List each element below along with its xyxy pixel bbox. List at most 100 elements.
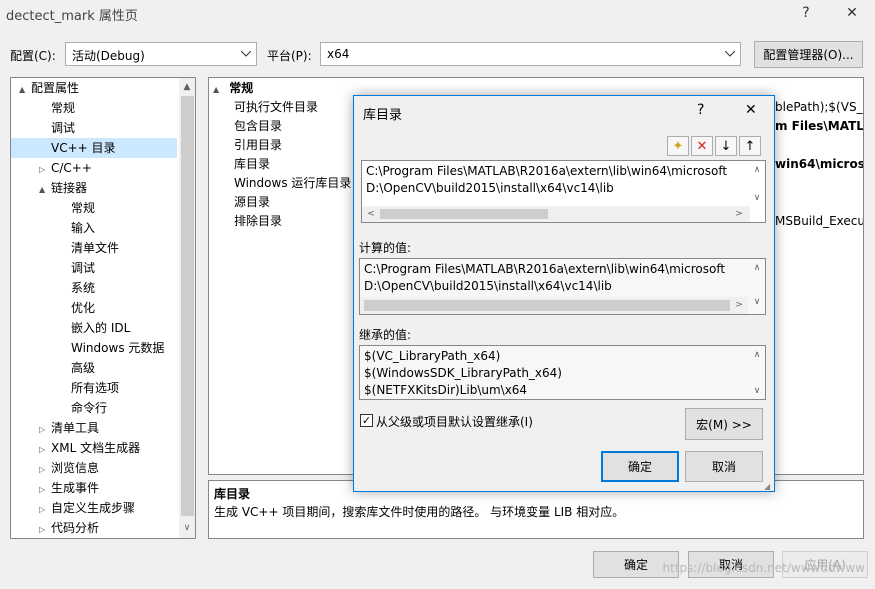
grid-row-value: blePath);$(VS_E	[775, 100, 864, 114]
collapsed-icon[interactable]: ▷	[39, 460, 51, 480]
scroll-up-icon[interactable]: ▲	[180, 80, 194, 94]
scroll-up-icon[interactable]: ∧	[750, 163, 764, 177]
expanded-icon[interactable]: ▲	[19, 80, 31, 100]
config-label: 配置(C):	[10, 49, 56, 63]
tree-item[interactable]: 调试	[11, 258, 177, 278]
inherited-label: 继承的值:	[359, 328, 412, 342]
collapsed-icon[interactable]: ▷	[39, 160, 51, 180]
tree-item[interactable]: ▷ 清单工具	[11, 418, 177, 438]
platform-combo[interactable]: x64	[320, 42, 741, 66]
scroll-right-icon[interactable]: >	[732, 207, 746, 221]
collapsed-icon[interactable]: ▷	[39, 480, 51, 500]
tree-item-label: 调试	[71, 261, 96, 275]
grid-row-name: Windows 运行库目录	[234, 176, 352, 190]
scroll-down-icon[interactable]: ∨	[750, 295, 764, 309]
scroll-up-icon[interactable]: ∧	[750, 261, 764, 275]
move-down-icon[interactable]: ↓	[715, 136, 737, 156]
grid-row-value: MSBuild_Executa	[775, 214, 864, 228]
edit-paths-list[interactable]: C:\Program Files\MATLAB\R2016a\extern\li…	[361, 160, 766, 223]
tree-item[interactable]: ▷ XML 文档生成器	[11, 438, 177, 458]
scroll-down-icon[interactable]: ∨	[750, 384, 764, 398]
tree-item-label: 高级	[71, 361, 96, 375]
dialog-cancel-button[interactable]: 取消	[685, 451, 763, 482]
edit-hscroll-thumb[interactable]	[380, 209, 548, 219]
path-line: $(VC_LibraryPath_x64)	[364, 349, 501, 363]
config-value: 活动(Debug)	[72, 49, 145, 63]
collapsed-icon[interactable]: ▷	[39, 520, 51, 538]
property-tree: ▲ 配置属性 常规 调试 VC++ 目录 ▷ C/C++ ▲ 链接器 常规 输入 清单文件 调试 系统 优化…	[10, 77, 196, 539]
config-manager-button[interactable]: 配置管理器(O)...	[754, 41, 863, 68]
computed-label: 计算的值:	[359, 241, 412, 255]
collapsed-icon[interactable]: ▷	[39, 420, 51, 440]
tree-item[interactable]: ▷ 自定义生成步骤	[11, 498, 177, 518]
expanded-icon[interactable]: ▲	[39, 180, 51, 200]
grid-section-header[interactable]: ▲ 常规	[213, 79, 253, 98]
chevron-down-icon	[722, 46, 738, 62]
tree-scrollbar[interactable]: ▲ ∨	[179, 78, 195, 538]
window-close-button[interactable]: ✕	[832, 0, 872, 26]
path-line: C:\Program Files\MATLAB\R2016a\extern\li…	[364, 262, 726, 276]
scroll-down-icon[interactable]: ∨	[750, 191, 764, 205]
dialog-close-button[interactable]: ✕	[745, 102, 757, 118]
config-combo[interactable]: 活动(Debug)	[65, 42, 257, 66]
dialog-toolbar: ✦ ✕ ↓ ↑	[667, 136, 763, 156]
new-line-icon[interactable]: ✦	[667, 136, 689, 156]
collapsed-icon[interactable]: ▷	[39, 500, 51, 520]
tree-item-label: 自定义生成步骤	[51, 501, 136, 515]
description-title: 库目录	[214, 487, 251, 501]
tree-item[interactable]: 清单文件	[11, 238, 177, 258]
tree-item[interactable]: ▷ 浏览信息	[11, 458, 177, 478]
grid-row-value: win64\microsof	[775, 157, 864, 171]
macro-button[interactable]: 宏(M) >>	[685, 408, 763, 440]
tree-item[interactable]: ▷ 生成事件	[11, 478, 177, 498]
window-title: dectect_mark 属性页	[6, 9, 138, 24]
resize-grip-icon[interactable]: ◢	[764, 482, 770, 491]
inherit-checkbox[interactable]: ✓	[360, 414, 373, 427]
tree-item[interactable]: VC++ 目录	[11, 138, 177, 158]
path-line[interactable]: D:\OpenCV\build2015\install\x64\vc14\lib	[366, 180, 614, 197]
computed-hscrollbar[interactable]: >	[360, 297, 748, 314]
dialog-help-button[interactable]: ?	[697, 102, 704, 118]
scroll-down-icon[interactable]: ∨	[180, 521, 194, 535]
tree-item[interactable]: 所有选项	[11, 378, 177, 398]
tree-item[interactable]: ▲ 链接器	[11, 178, 177, 198]
tree-item[interactable]: ▲ 配置属性	[11, 78, 177, 98]
scroll-up-icon[interactable]: ∧	[750, 348, 764, 362]
tree-item-label: 命令行	[71, 401, 108, 415]
scroll-right-icon[interactable]: >	[732, 298, 746, 312]
inherit-checkbox-row[interactable]: ✓ 从父级或项目默认设置继承(I)	[360, 412, 620, 430]
tree-item[interactable]: 命令行	[11, 398, 177, 418]
delete-icon[interactable]: ✕	[691, 136, 713, 156]
tree-item[interactable]: Windows 元数据	[11, 338, 177, 358]
scroll-left-icon[interactable]: <	[364, 207, 378, 221]
grid-row-value: m Files\MATL	[775, 119, 864, 133]
move-up-icon[interactable]: ↑	[739, 136, 761, 156]
inherited-values-list: $(VC_LibraryPath_x64) $(WindowsSDK_Librar…	[359, 345, 766, 400]
tree-item[interactable]: 优化	[11, 298, 177, 318]
tree-item[interactable]: 常规	[11, 98, 177, 118]
tree-item[interactable]: 常规	[11, 198, 177, 218]
tree-item[interactable]: 输入	[11, 218, 177, 238]
path-line[interactable]: C:\Program Files\MATLAB\R2016a\extern\li…	[366, 163, 727, 180]
tree-item-label: 常规	[71, 201, 96, 215]
dialog-ok-button[interactable]: 确定	[601, 451, 679, 482]
tree-item[interactable]: 高级	[11, 358, 177, 378]
tree-item[interactable]: 嵌入的 IDL	[11, 318, 177, 338]
library-dirs-dialog: 库目录 ? ✕ ✦ ✕ ↓ ↑ C:\Program Files\MATLAB\…	[353, 95, 775, 492]
collapsed-icon[interactable]: ▷	[39, 440, 51, 460]
edit-hscrollbar[interactable]: < >	[362, 206, 750, 222]
grid-row-name: 包含目录	[234, 119, 283, 133]
tree-item[interactable]: 调试	[11, 118, 177, 138]
tree-item[interactable]: ▷ C/C++	[11, 158, 177, 178]
tree-item-label: 清单工具	[51, 421, 100, 435]
tree-scroll-thumb[interactable]	[181, 96, 194, 516]
help-button[interactable]: ?	[786, 0, 826, 26]
tree-item[interactable]: ▷ 代码分析	[11, 518, 177, 538]
platform-value: x64	[327, 47, 350, 61]
grid-section-label: 常规	[229, 81, 254, 95]
tree-item-label: 清单文件	[71, 241, 120, 255]
tree-item-label: 生成事件	[51, 481, 100, 495]
tree-item-label: XML 文档生成器	[51, 441, 141, 455]
tree-item[interactable]: 系统	[11, 278, 177, 298]
computed-hscroll-thumb[interactable]	[364, 300, 730, 311]
